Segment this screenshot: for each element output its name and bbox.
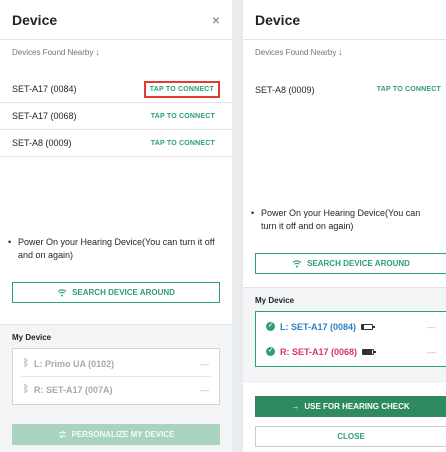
use-button-label: USE FOR HEARING CHECK <box>304 402 410 411</box>
my-device-name: L: Primo UA (0102) <box>34 358 115 369</box>
my-device-row-left[interactable]: ᛒ L: Primo UA (0102) — <box>13 351 219 376</box>
bluetooth-icon: ᛒ <box>23 384 29 395</box>
my-device-row-right[interactable]: ᛒ R: SET-A17 (007A) — <box>13 377 219 402</box>
device-status: — <box>200 384 209 395</box>
device-dialog-right: Device Devices Found Nearby ↓ SET-A8 (000… <box>243 0 446 452</box>
list-item: SET-A8 (0009) TAP TO CONNECT <box>0 130 232 157</box>
my-device-row-left[interactable]: ✓ L: SET-A17 (0084) — <box>256 314 446 339</box>
device-name: SET-A17 (0084) <box>12 84 77 94</box>
list-item: SET-A17 (0084) TAP TO CONNECT <box>0 76 232 103</box>
list-item: SET-A17 (0068) TAP TO CONNECT <box>0 103 232 130</box>
close-button-label: CLOSE <box>337 432 365 441</box>
nearby-device-list: SET-A8 (0009) TAP TO CONNECT <box>243 76 446 103</box>
arrow-right-icon: → <box>291 402 300 411</box>
tap-to-connect-button[interactable]: TAP TO CONNECT <box>146 137 220 150</box>
nearby-device-list: SET-A17 (0084) TAP TO CONNECT SET-A17 (0… <box>0 76 232 157</box>
device-status: — <box>427 346 436 357</box>
nearby-label-text: Devices Found Nearby <box>255 48 337 57</box>
devices-found-nearby-label: Devices Found Nearby ↓ <box>0 40 232 64</box>
my-device-box: ᛒ L: Primo UA (0102) — ᛒ R: SET-A17 (007… <box>12 348 220 405</box>
arrow-down-icon: ↓ <box>95 47 100 57</box>
tap-to-connect-button[interactable]: TAP TO CONNECT <box>372 83 446 96</box>
device-status: — <box>427 321 436 332</box>
power-on-instruction: Power On your Hearing Device(You can tur… <box>0 236 232 262</box>
battery-icon <box>361 323 376 330</box>
my-device-title: My Device <box>255 296 295 305</box>
tap-to-connect-button[interactable]: TAP TO CONNECT <box>146 110 220 123</box>
nearby-label-text: Devices Found Nearby <box>12 48 94 57</box>
dialog-title: Device <box>255 11 301 28</box>
my-device-name: R: SET-A17 (0068) <box>280 346 358 357</box>
my-device-box: ✓ L: SET-A17 (0084) — ✓ R: SET-A17 (0068… <box>255 311 446 367</box>
my-device-name: L: SET-A17 (0084) <box>280 321 357 332</box>
arrow-down-icon: ↓ <box>338 47 343 57</box>
device-name: SET-A8 (0009) <box>255 84 315 95</box>
list-item: SET-A8 (0009) TAP TO CONNECT <box>243 76 446 103</box>
device-name: SET-A8 (0009) <box>12 138 72 148</box>
dialog-header: Device × <box>0 0 232 40</box>
battery-icon <box>362 348 377 355</box>
tap-to-connect-button[interactable]: TAP TO CONNECT <box>143 80 220 98</box>
search-device-around-button[interactable]: SEARCH DEVICE AROUND <box>12 282 220 303</box>
device-dialog-left: Device × Devices Found Nearby ↓ SET-A17 (… <box>0 0 232 452</box>
close-button[interactable]: CLOSE <box>255 426 446 447</box>
use-for-hearing-check-button[interactable]: → USE FOR HEARING CHECK <box>255 396 446 417</box>
check-circle-icon: ✓ <box>266 347 275 356</box>
close-icon[interactable]: × <box>212 12 220 28</box>
personalize-my-device-button[interactable]: PERSONALIZE MY DEVICE <box>12 424 220 445</box>
my-device-name: R: SET-A17 (007A) <box>34 384 113 395</box>
personalize-button-label: PERSONALIZE MY DEVICE <box>71 430 175 439</box>
dialog-header: Device <box>243 0 446 40</box>
search-device-around-button[interactable]: SEARCH DEVICE AROUND <box>255 253 446 274</box>
my-device-row-right[interactable]: ✓ R: SET-A17 (0068) — <box>256 339 446 364</box>
search-button-label: SEARCH DEVICE AROUND <box>307 259 410 268</box>
device-status: — <box>200 358 209 369</box>
my-device-title: My Device <box>12 333 52 342</box>
my-device-section: My Device ✓ L: SET-A17 (0084) — ✓ R: SET… <box>243 287 446 383</box>
bluetooth-icon: ᛒ <box>23 358 29 369</box>
dialog-title: Device <box>12 11 58 28</box>
search-button-label: SEARCH DEVICE AROUND <box>72 288 175 297</box>
check-circle-icon: ✓ <box>266 322 275 331</box>
swap-icon <box>58 430 67 439</box>
power-on-instruction: Power On your Hearing Device(You can tur… <box>243 207 446 233</box>
my-device-section: My Device ᛒ L: Primo UA (0102) — ᛒ R: SE… <box>0 324 232 452</box>
device-name: SET-A17 (0068) <box>12 111 77 121</box>
wifi-icon <box>57 288 67 297</box>
devices-found-nearby-label: Devices Found Nearby ↓ <box>243 40 446 64</box>
wifi-icon <box>292 259 302 268</box>
